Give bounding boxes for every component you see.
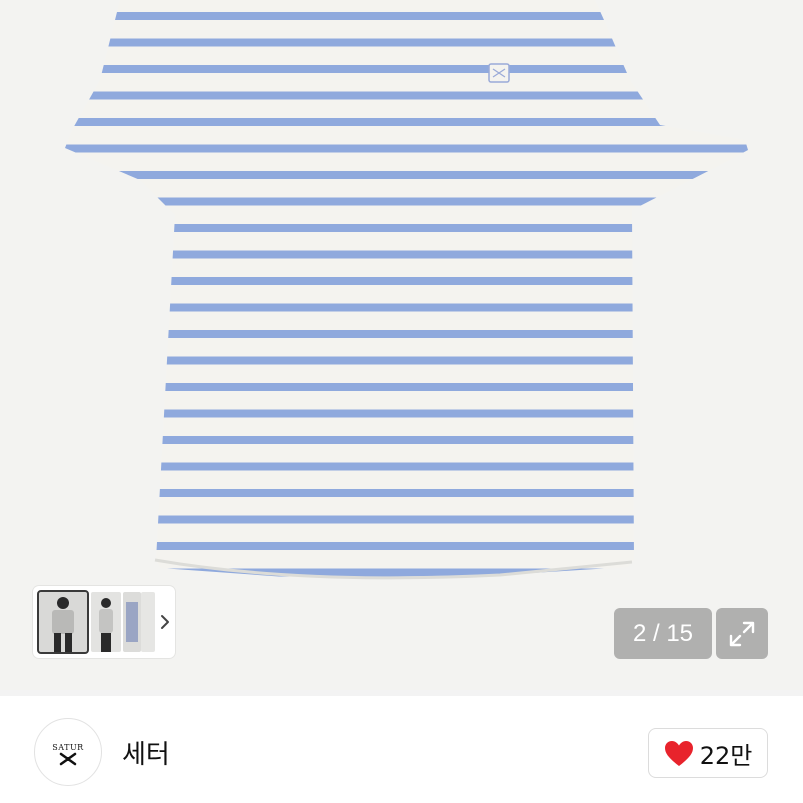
chevron-right-icon[interactable] <box>157 610 173 634</box>
shop-logo-icon <box>59 752 77 765</box>
thumbnail-strip <box>33 586 175 658</box>
like-button[interactable]: 22만 <box>648 728 768 778</box>
like-count: 22만 <box>699 741 753 770</box>
shop-name[interactable]: 세터 <box>122 734 170 771</box>
thumbnail-3[interactable] <box>123 592 141 652</box>
expand-button[interactable] <box>716 608 768 659</box>
image-counter-text: 2 / 15 <box>632 619 694 647</box>
shop-info-bar: SATUR 세터 22만 <box>0 696 803 803</box>
image-counter: 2 / 15 <box>614 608 712 659</box>
thumbnail-model-front[interactable] <box>37 590 89 654</box>
heart-icon <box>664 740 693 766</box>
thumbnail-4[interactable] <box>141 592 155 652</box>
thumbnail-model-side[interactable] <box>91 592 121 652</box>
product-page: 2 / 15 SATUR 세터 22만 <box>0 0 803 803</box>
shop-avatar[interactable]: SATUR <box>34 718 102 786</box>
shop-avatar-text: SATUR <box>52 742 84 752</box>
expand-arrows-icon <box>729 621 755 646</box>
